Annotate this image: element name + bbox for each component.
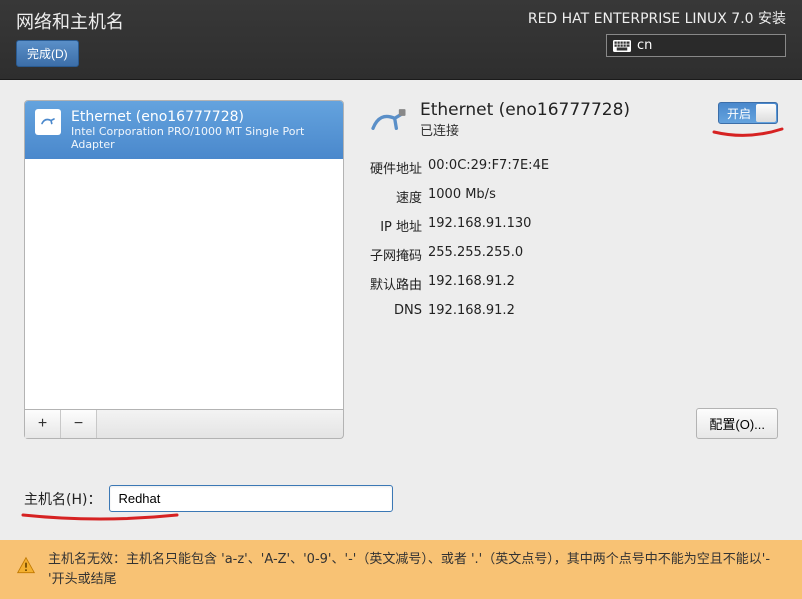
annotation-underline-icon [20,511,180,521]
prop-mask: 子网掩码255.255.255.0 [368,245,778,264]
toggle-knob [756,104,776,122]
prop-hw: 硬件地址00:0C:29:F7:7E:4E [368,158,778,177]
annotation-underline-icon [712,126,784,138]
add-device-button[interactable]: + [25,410,61,438]
warning-icon [16,556,36,576]
main-panel: Ethernet (eno16777728) Intel Corporation… [0,80,802,560]
configure-button[interactable]: 配置(O)... [696,408,778,439]
warning-text: 主机名无效：主机名只能包含 'a-z'、'A-Z'、'0-9'、'-'（英文减号… [48,550,786,589]
connection-status: 已连接 [420,120,630,139]
ethernet-icon [368,100,408,140]
keyboard-layout-indicator[interactable]: cn [606,34,786,57]
warning-bar: 主机名无效：主机名只能包含 'a-z'、'A-Z'、'0-9'、'-'（英文减号… [0,540,802,599]
page-title: 网络和主机名 [16,8,528,34]
device-list-item[interactable]: Ethernet (eno16777728) Intel Corporation… [25,101,343,159]
header-bar: 网络和主机名 完成(D) RED HAT ENTERPRISE LINUX 7.… [0,0,802,80]
device-name: Ethernet (eno16777728) [71,109,333,125]
hostname-row: 主机名(H)： [24,485,778,512]
connection-toggle[interactable]: 开启 [718,102,778,124]
toggle-label: 开启 [719,105,755,122]
prop-ip: IP 地址192.168.91.130 [368,216,778,235]
installer-subtitle: RED HAT ENTERPRISE LINUX 7.0 安装 [528,8,786,28]
keyboard-icon [613,40,631,52]
prop-speed: 速度1000 Mb/s [368,187,778,206]
connection-title: Ethernet (eno16777728) [420,100,630,120]
done-button[interactable]: 完成(D) [16,40,79,67]
connection-properties: 硬件地址00:0C:29:F7:7E:4E 速度1000 Mb/s IP 地址1… [368,158,778,318]
ethernet-small-icon [35,109,61,135]
prop-gateway: 默认路由192.168.91.2 [368,274,778,293]
hostname-label: 主机名(H)： [24,489,101,509]
device-list-toolbar: + − [24,410,344,439]
device-description: Intel Corporation PRO/1000 MT Single Por… [71,125,333,151]
device-list[interactable]: Ethernet (eno16777728) Intel Corporation… [24,100,344,410]
remove-device-button[interactable]: − [61,410,97,438]
keyboard-layout-label: cn [637,38,652,53]
prop-dns: DNS192.168.91.2 [368,303,778,318]
hostname-input[interactable] [109,485,393,512]
